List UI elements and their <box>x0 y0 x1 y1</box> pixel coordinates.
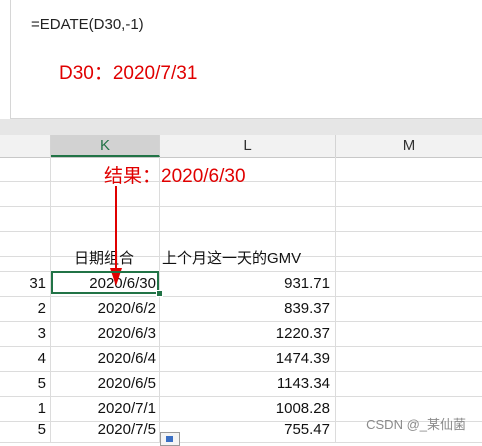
date-cell[interactable]: 2020/6/3 <box>52 322 156 346</box>
gmv-cell[interactable]: 1474.39 <box>162 347 330 371</box>
paste-options-icon[interactable] <box>160 432 180 446</box>
select-all-corner[interactable] <box>0 135 51 157</box>
gmv-cell[interactable]: 1143.34 <box>162 372 330 396</box>
grid-row-empty[interactable] <box>0 207 482 232</box>
table-row[interactable]: 3 2020/6/3 1220.37 <box>0 322 482 347</box>
formula-bar[interactable]: =EDATE(D30,-1) D30：2020/7/31 <box>10 0 482 119</box>
result-annotation: 结果：2020/6/30 <box>104 166 246 187</box>
column-divider <box>335 157 336 442</box>
column-header-m[interactable]: M <box>336 135 482 157</box>
watermark: CSDN @_某仙菌 <box>366 417 466 432</box>
gmv-cell[interactable]: 839.37 <box>162 297 330 321</box>
table-row[interactable]: 2 2020/6/2 839.37 <box>0 297 482 322</box>
selected-cell-k31[interactable] <box>51 271 159 294</box>
column-divider <box>50 157 51 442</box>
date-cell[interactable]: 2020/6/2 <box>52 297 156 321</box>
row-number[interactable]: 31 <box>0 272 46 296</box>
formula-text[interactable]: =EDATE(D30,-1) <box>31 16 144 33</box>
header-date-combo[interactable]: 日期组合 <box>52 247 156 271</box>
date-cell[interactable]: 2020/7/5 <box>52 418 156 442</box>
row-number[interactable]: 5 <box>0 372 46 396</box>
gmv-cell[interactable]: 931.71 <box>162 272 330 296</box>
table-row[interactable]: 4 2020/6/4 1474.39 <box>0 347 482 372</box>
fill-handle[interactable] <box>156 290 163 297</box>
column-header-l[interactable]: L <box>160 135 336 157</box>
gmv-cell[interactable]: 755.47 <box>162 418 330 442</box>
row-number[interactable]: 5 <box>0 418 46 442</box>
date-cell[interactable]: 2020/6/5 <box>52 372 156 396</box>
header-gmv[interactable]: 上个月这一天的GMV <box>162 247 336 271</box>
formula-area: =EDATE(D30,-1) D30：2020/7/31 <box>0 0 482 120</box>
date-cell[interactable]: 2020/6/4 <box>52 347 156 371</box>
row-number[interactable]: 4 <box>0 347 46 371</box>
gmv-cell[interactable]: 1220.37 <box>162 322 330 346</box>
ribbon-gap <box>0 119 482 135</box>
table-header-row[interactable]: 日期组合 上个月这一天的GMV <box>0 247 482 272</box>
column-header-k[interactable]: K <box>51 135 160 157</box>
column-divider <box>159 157 160 442</box>
row-number[interactable]: 2 <box>0 297 46 321</box>
row-number[interactable]: 3 <box>0 322 46 346</box>
table-row[interactable]: 5 2020/6/5 1143.34 <box>0 372 482 397</box>
column-header-bar: K L M <box>0 135 482 158</box>
d30-annotation: D30：2020/7/31 <box>59 63 198 84</box>
